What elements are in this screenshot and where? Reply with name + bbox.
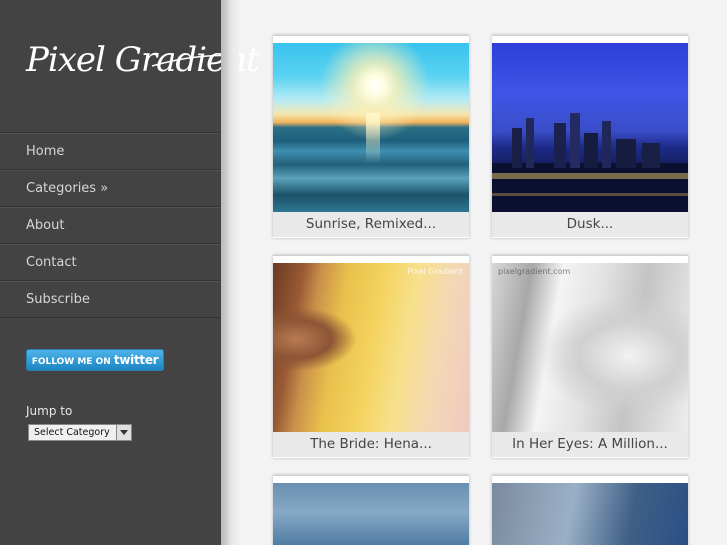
post-thumbnail-city-dusk[interactable] (492, 43, 688, 212)
post-thumbnail-sea[interactable] (273, 483, 469, 545)
twitter-wordmark: twitter (113, 353, 159, 367)
post-thumbnail-sunrise[interactable] (273, 43, 469, 212)
nav-item-categories[interactable]: Categories » (0, 170, 221, 207)
post-card[interactable]: Sunrise, Remixed... (273, 35, 469, 238)
sidebar-shadow (221, 0, 231, 545)
post-title[interactable]: The Bride: Hena... (273, 432, 469, 457)
nav-item-home[interactable]: Home (0, 133, 221, 170)
nav-item-contact[interactable]: Contact (0, 244, 221, 281)
post-title[interactable]: Dusk... (492, 212, 688, 237)
category-select[interactable]: Select Category (28, 424, 132, 441)
post-title[interactable]: In Her Eyes: A Million... (492, 432, 688, 457)
sidebar: Pixel Gradient Home Categories » About C… (0, 0, 260, 545)
post-card[interactable]: Pixel Gradient The Bride: Hena... (273, 255, 469, 458)
category-select-value: Select Category (34, 427, 110, 438)
sidebar-shadow-fade (231, 0, 239, 545)
post-card[interactable]: pixelgradient.com In Her Eyes: A Million… (492, 255, 688, 458)
chevron-down-icon (116, 425, 131, 440)
post-title[interactable]: Sunrise, Remixed... (273, 212, 469, 237)
post-thumbnail-bride-bw[interactable]: pixelgradient.com (492, 263, 688, 432)
post-card[interactable] (273, 475, 469, 545)
main-nav: Home Categories » About Contact Subscrib… (0, 132, 221, 318)
post-card[interactable]: Dusk... (492, 35, 688, 238)
nav-item-subscribe[interactable]: Subscribe (0, 281, 221, 318)
jump-to-label: Jump to (26, 404, 73, 418)
post-thumbnail-bride[interactable]: Pixel Gradient (273, 263, 469, 432)
post-card[interactable] (492, 475, 688, 545)
thumbnail-watermark: Pixel Gradient (407, 267, 463, 276)
thumbnail-watermark: pixelgradient.com (498, 267, 571, 276)
twitter-follow-prefix: FOLLOW ME ON (31, 357, 111, 367)
twitter-follow-button[interactable]: FOLLOW ME ON twitter (26, 349, 164, 371)
city-skyline (492, 113, 688, 212)
nav-item-about[interactable]: About (0, 207, 221, 244)
post-thumbnail-street[interactable] (492, 483, 688, 545)
